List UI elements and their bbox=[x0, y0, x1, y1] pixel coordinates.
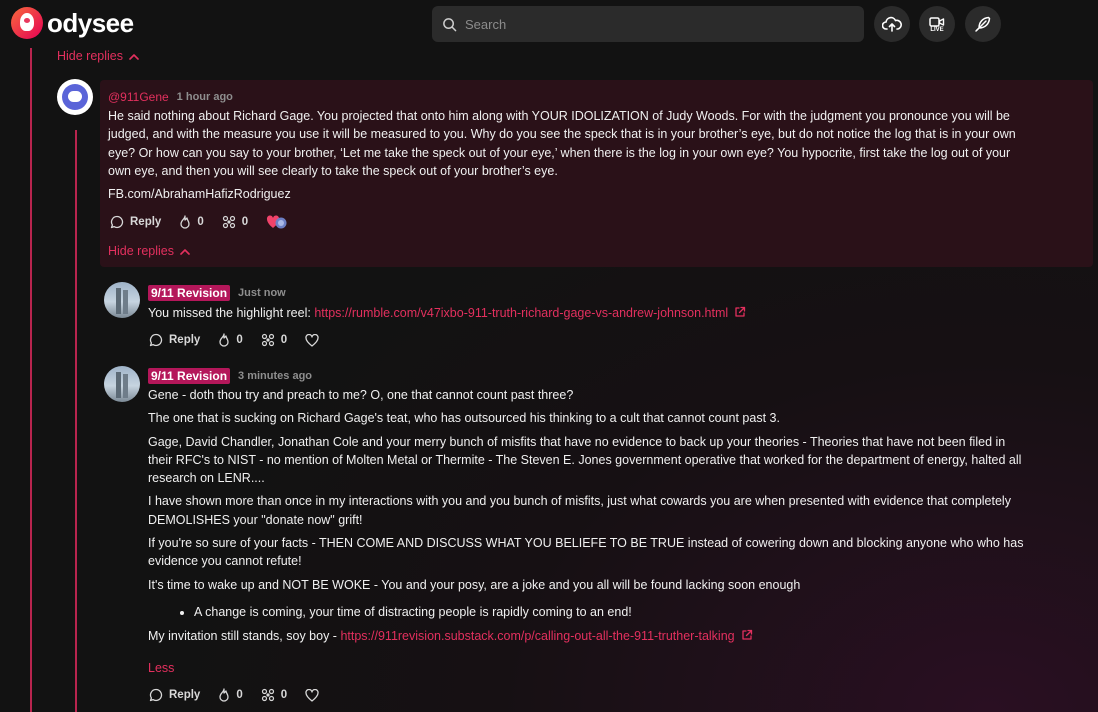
fire-count: 0 bbox=[236, 689, 243, 701]
speech-bubble-icon bbox=[149, 333, 163, 347]
like-button[interactable] bbox=[305, 688, 319, 702]
external-link[interactable]: https://rumble.com/v47ixbo-911-truth-ric… bbox=[314, 306, 728, 320]
avatar[interactable] bbox=[57, 79, 93, 115]
comment-actions: Reply 0 0 bbox=[110, 214, 306, 230]
slime-button[interactable]: 0 bbox=[261, 688, 287, 702]
upload-button[interactable] bbox=[874, 6, 910, 42]
comment-line: Gage, David Chandler, Jonathan Cole and … bbox=[148, 434, 1006, 449]
comment-author[interactable]: @911Gene bbox=[108, 90, 169, 104]
live-label: LIVE bbox=[930, 26, 944, 33]
comment-line: their RFC's to NIST - no mention of Molt… bbox=[148, 452, 1022, 467]
odysee-logo[interactable]: odysee bbox=[11, 7, 134, 39]
thread-line-inner[interactable] bbox=[75, 130, 77, 712]
external-link[interactable]: https://911revision.substack.com/p/calli… bbox=[340, 629, 734, 643]
external-link-icon[interactable] bbox=[734, 306, 746, 318]
comment-line: judged, and with the measure you use it … bbox=[108, 127, 1016, 142]
fire-icon bbox=[219, 333, 229, 347]
search-icon bbox=[443, 17, 457, 31]
comment-time[interactable]: 1 hour ago bbox=[177, 91, 233, 103]
slime-count: 0 bbox=[280, 334, 288, 346]
heart-icon bbox=[305, 333, 319, 347]
comment-line: The one that is sucking on Richard Gage'… bbox=[148, 411, 780, 426]
comment-line: If you're so sure of your facts - THEN C… bbox=[148, 536, 1024, 551]
comment-meta: 9/11 Revision 3 minutes ago bbox=[148, 368, 312, 384]
bullet-item: A change is coming, your time of distrac… bbox=[194, 603, 1088, 621]
hide-replies-parent[interactable]: Hide replies bbox=[108, 244, 190, 258]
fire-icon bbox=[180, 215, 190, 229]
like-button[interactable] bbox=[305, 333, 319, 347]
comment-meta: @911Gene 1 hour ago bbox=[108, 90, 233, 104]
hide-replies-top[interactable]: Hide replies bbox=[57, 49, 139, 63]
comment-line: research on LENR.... bbox=[148, 471, 265, 486]
comment-line: Gene - doth thou try and preach to me? O… bbox=[148, 388, 574, 402]
slime-button[interactable]: 0 bbox=[261, 333, 287, 347]
comment-line: It's time to wake up and NOT BE WOKE - Y… bbox=[148, 577, 801, 592]
comment-time[interactable]: Just now bbox=[238, 287, 286, 299]
publish-button[interactable] bbox=[965, 6, 1001, 42]
hide-replies-label: Hide replies bbox=[57, 49, 124, 63]
comment-line: own eye, and then you will see clearly t… bbox=[108, 163, 558, 178]
heart-icon bbox=[305, 688, 319, 702]
slime-icon bbox=[261, 688, 274, 702]
comment-author[interactable]: 9/11 Revision bbox=[148, 285, 231, 301]
feather-pen-icon bbox=[975, 16, 991, 32]
slime-count: 0 bbox=[241, 216, 249, 228]
avatar[interactable] bbox=[104, 282, 140, 318]
comment-body: You missed the highlight reel: https://r… bbox=[148, 304, 1088, 322]
go-live-button[interactable]: LIVE bbox=[919, 6, 955, 42]
search-input[interactable] bbox=[465, 16, 845, 32]
top-header: odysee LIVE bbox=[0, 0, 1098, 48]
chevron-up-icon bbox=[129, 53, 139, 60]
speech-bubble-icon bbox=[149, 688, 163, 702]
less-toggle[interactable]: Less bbox=[148, 661, 174, 675]
comment-line: He said nothing about Richard Gage. You … bbox=[108, 109, 1010, 123]
reply-button[interactable]: Reply bbox=[110, 215, 161, 229]
comment-body: Gene - doth thou try and preach to me? O… bbox=[148, 386, 1088, 646]
fire-icon bbox=[219, 688, 229, 702]
comment-line: evidence you cannot refute! bbox=[148, 554, 302, 569]
reply-label: Reply bbox=[169, 689, 201, 701]
fire-count: 0 bbox=[236, 334, 243, 346]
comment-line: I have shown more than once in my intera… bbox=[148, 494, 1011, 509]
comment-body: He said nothing about Richard Gage. You … bbox=[108, 107, 1088, 203]
bullet-list: A change is coming, your time of distrac… bbox=[148, 603, 1088, 621]
slime-count: 0 bbox=[280, 689, 288, 701]
comment-time[interactable]: 3 minutes ago bbox=[238, 370, 312, 382]
avatar[interactable] bbox=[104, 366, 140, 402]
reply-label: Reply bbox=[169, 334, 201, 346]
slime-button[interactable]: 0 bbox=[222, 215, 248, 229]
search-bar[interactable] bbox=[432, 6, 864, 42]
fire-button[interactable]: 0 bbox=[218, 333, 243, 347]
comment-actions: Reply 0 0 bbox=[149, 688, 337, 702]
chevron-up-icon bbox=[180, 248, 190, 255]
reply-button[interactable]: Reply bbox=[149, 688, 200, 702]
cloud-upload-icon bbox=[882, 16, 902, 32]
creator-like-badge bbox=[266, 214, 288, 230]
comment-actions: Reply 0 0 bbox=[149, 333, 337, 347]
external-link-icon[interactable] bbox=[741, 629, 753, 641]
thread-line-outer[interactable] bbox=[30, 48, 32, 712]
creator-like-icon bbox=[267, 215, 287, 229]
reply-text: You missed the highlight reel: bbox=[148, 306, 311, 320]
comment-author[interactable]: 9/11 Revision bbox=[148, 368, 231, 384]
comment-line: My invitation still stands, soy boy - bbox=[148, 629, 337, 644]
fire-button[interactable]: 0 bbox=[179, 215, 204, 229]
reply-label: Reply bbox=[130, 216, 162, 228]
fire-button[interactable]: 0 bbox=[218, 688, 243, 702]
odysee-logo-icon bbox=[11, 7, 43, 39]
logo-text: odysee bbox=[47, 7, 134, 38]
comment-signature: FB.com/AbrahamHafizRodriguez bbox=[108, 187, 291, 202]
fire-count: 0 bbox=[197, 216, 204, 228]
comment-line: eye? Or how can you say to your brother,… bbox=[108, 145, 1011, 160]
slime-icon bbox=[261, 333, 274, 347]
slime-icon bbox=[222, 215, 235, 229]
comment-meta: 9/11 Revision Just now bbox=[148, 285, 286, 301]
speech-bubble-icon bbox=[110, 215, 124, 229]
hide-replies-label: Hide replies bbox=[108, 244, 175, 258]
reply-button[interactable]: Reply bbox=[149, 333, 200, 347]
comment-line: DEMOLISHES your "donate now" grift! bbox=[148, 512, 363, 527]
